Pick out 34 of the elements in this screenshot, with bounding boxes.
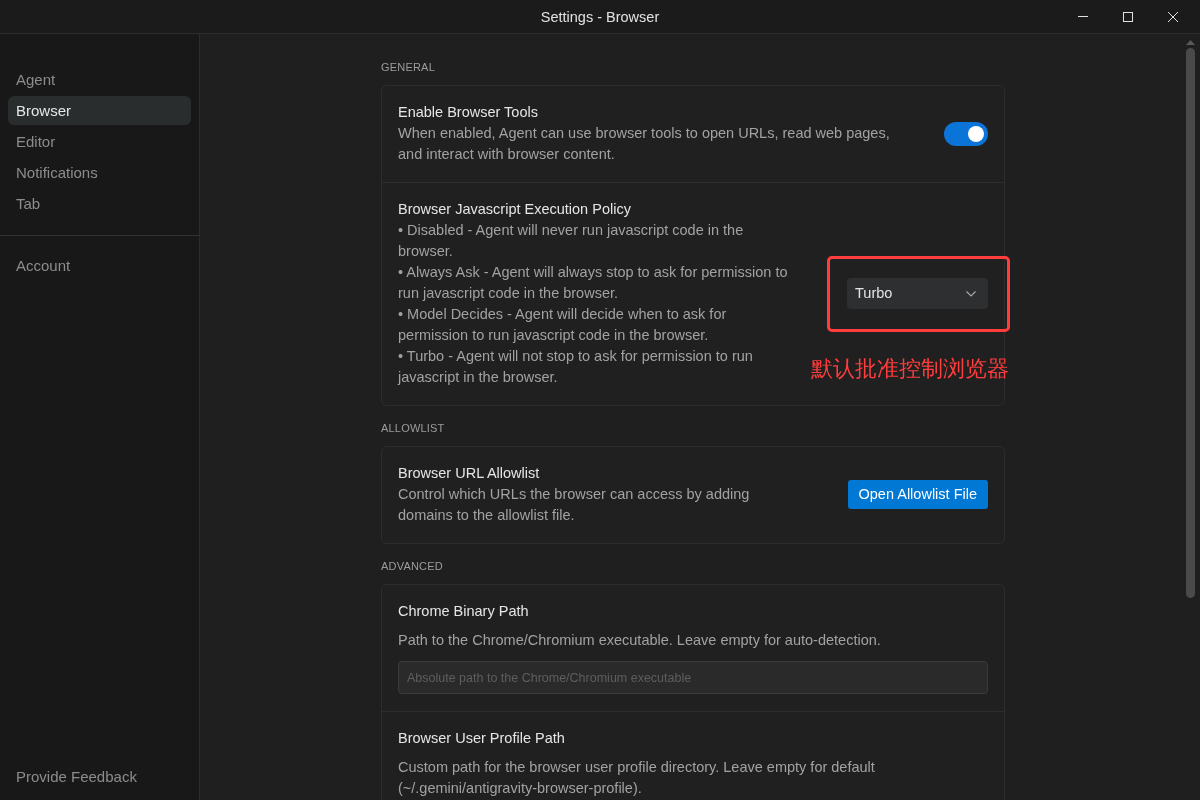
sidebar-item[interactable]: Notifications (8, 158, 191, 187)
dropdown[interactable]: Turbo (847, 278, 988, 309)
chevron-down-icon (966, 290, 976, 297)
setting-description: • Model Decides - Agent will decide when to ask for permission to run javascript code in the browser. (398, 305, 728, 345)
setting-title: Chrome Binary Path (398, 602, 530, 621)
window-title: Settings - Browser (540, 7, 660, 27)
sidebar-item[interactable]: Editor (8, 127, 191, 156)
feedback-link[interactable]: Provide Feedback (8, 762, 199, 791)
sidebar-item[interactable]: Tab (8, 189, 191, 218)
section-heading: ALLOWLIST (381, 421, 446, 436)
section-heading: ADVANCED (381, 559, 444, 574)
open-file-button[interactable]: Open Allowlist File (847, 480, 988, 509)
scroll-up-icon (1185, 40, 1195, 45)
sidebar-item[interactable]: Browser (8, 96, 191, 125)
setting-description: Path to the Chrome/Chromium executable. Leave empty for auto-detection. (398, 631, 882, 650)
setting-description: Custom path for the browser user profile directory. Leave empty for default (~/.gemini/antigravity-browser-profile). (398, 758, 876, 798)
toggle-switch[interactable] (944, 121, 988, 146)
sidebar-item[interactable]: Account (8, 251, 191, 280)
setting-title: Browser URL Allowlist (398, 464, 541, 483)
scrollbar-thumb[interactable] (1185, 48, 1195, 598)
setting-description: • Disabled - Agent will never run javascript code in the browser. (398, 221, 745, 261)
setting-description: Control which URLs the browser can access by adding domains to the allowlist file. (398, 485, 751, 525)
minimize-icon (1077, 16, 1088, 17)
close-icon (1167, 11, 1178, 22)
setting-description: • Turbo - Agent will not stop to ask for permission to run javascript in the browser. (398, 347, 754, 387)
setting-title: Browser Javascript Execution Policy (398, 200, 632, 219)
setting-description: • Always Ask - Agent will always stop to ask for permission to run javascript code in the browser. (398, 263, 789, 303)
setting-description: When enabled, Agent can use browser tools to open URLs, read web pages, and interact with browser content. (398, 124, 891, 164)
sidebar-item[interactable]: Agent (8, 65, 191, 94)
section-heading: GENERAL (381, 60, 436, 75)
annotation-text: 默认批准控制浏览器 (811, 358, 1009, 380)
setting-title: Browser User Profile Path (398, 729, 566, 748)
maximize-icon (1122, 11, 1133, 22)
setting-title: Enable Browser Tools (398, 103, 539, 122)
